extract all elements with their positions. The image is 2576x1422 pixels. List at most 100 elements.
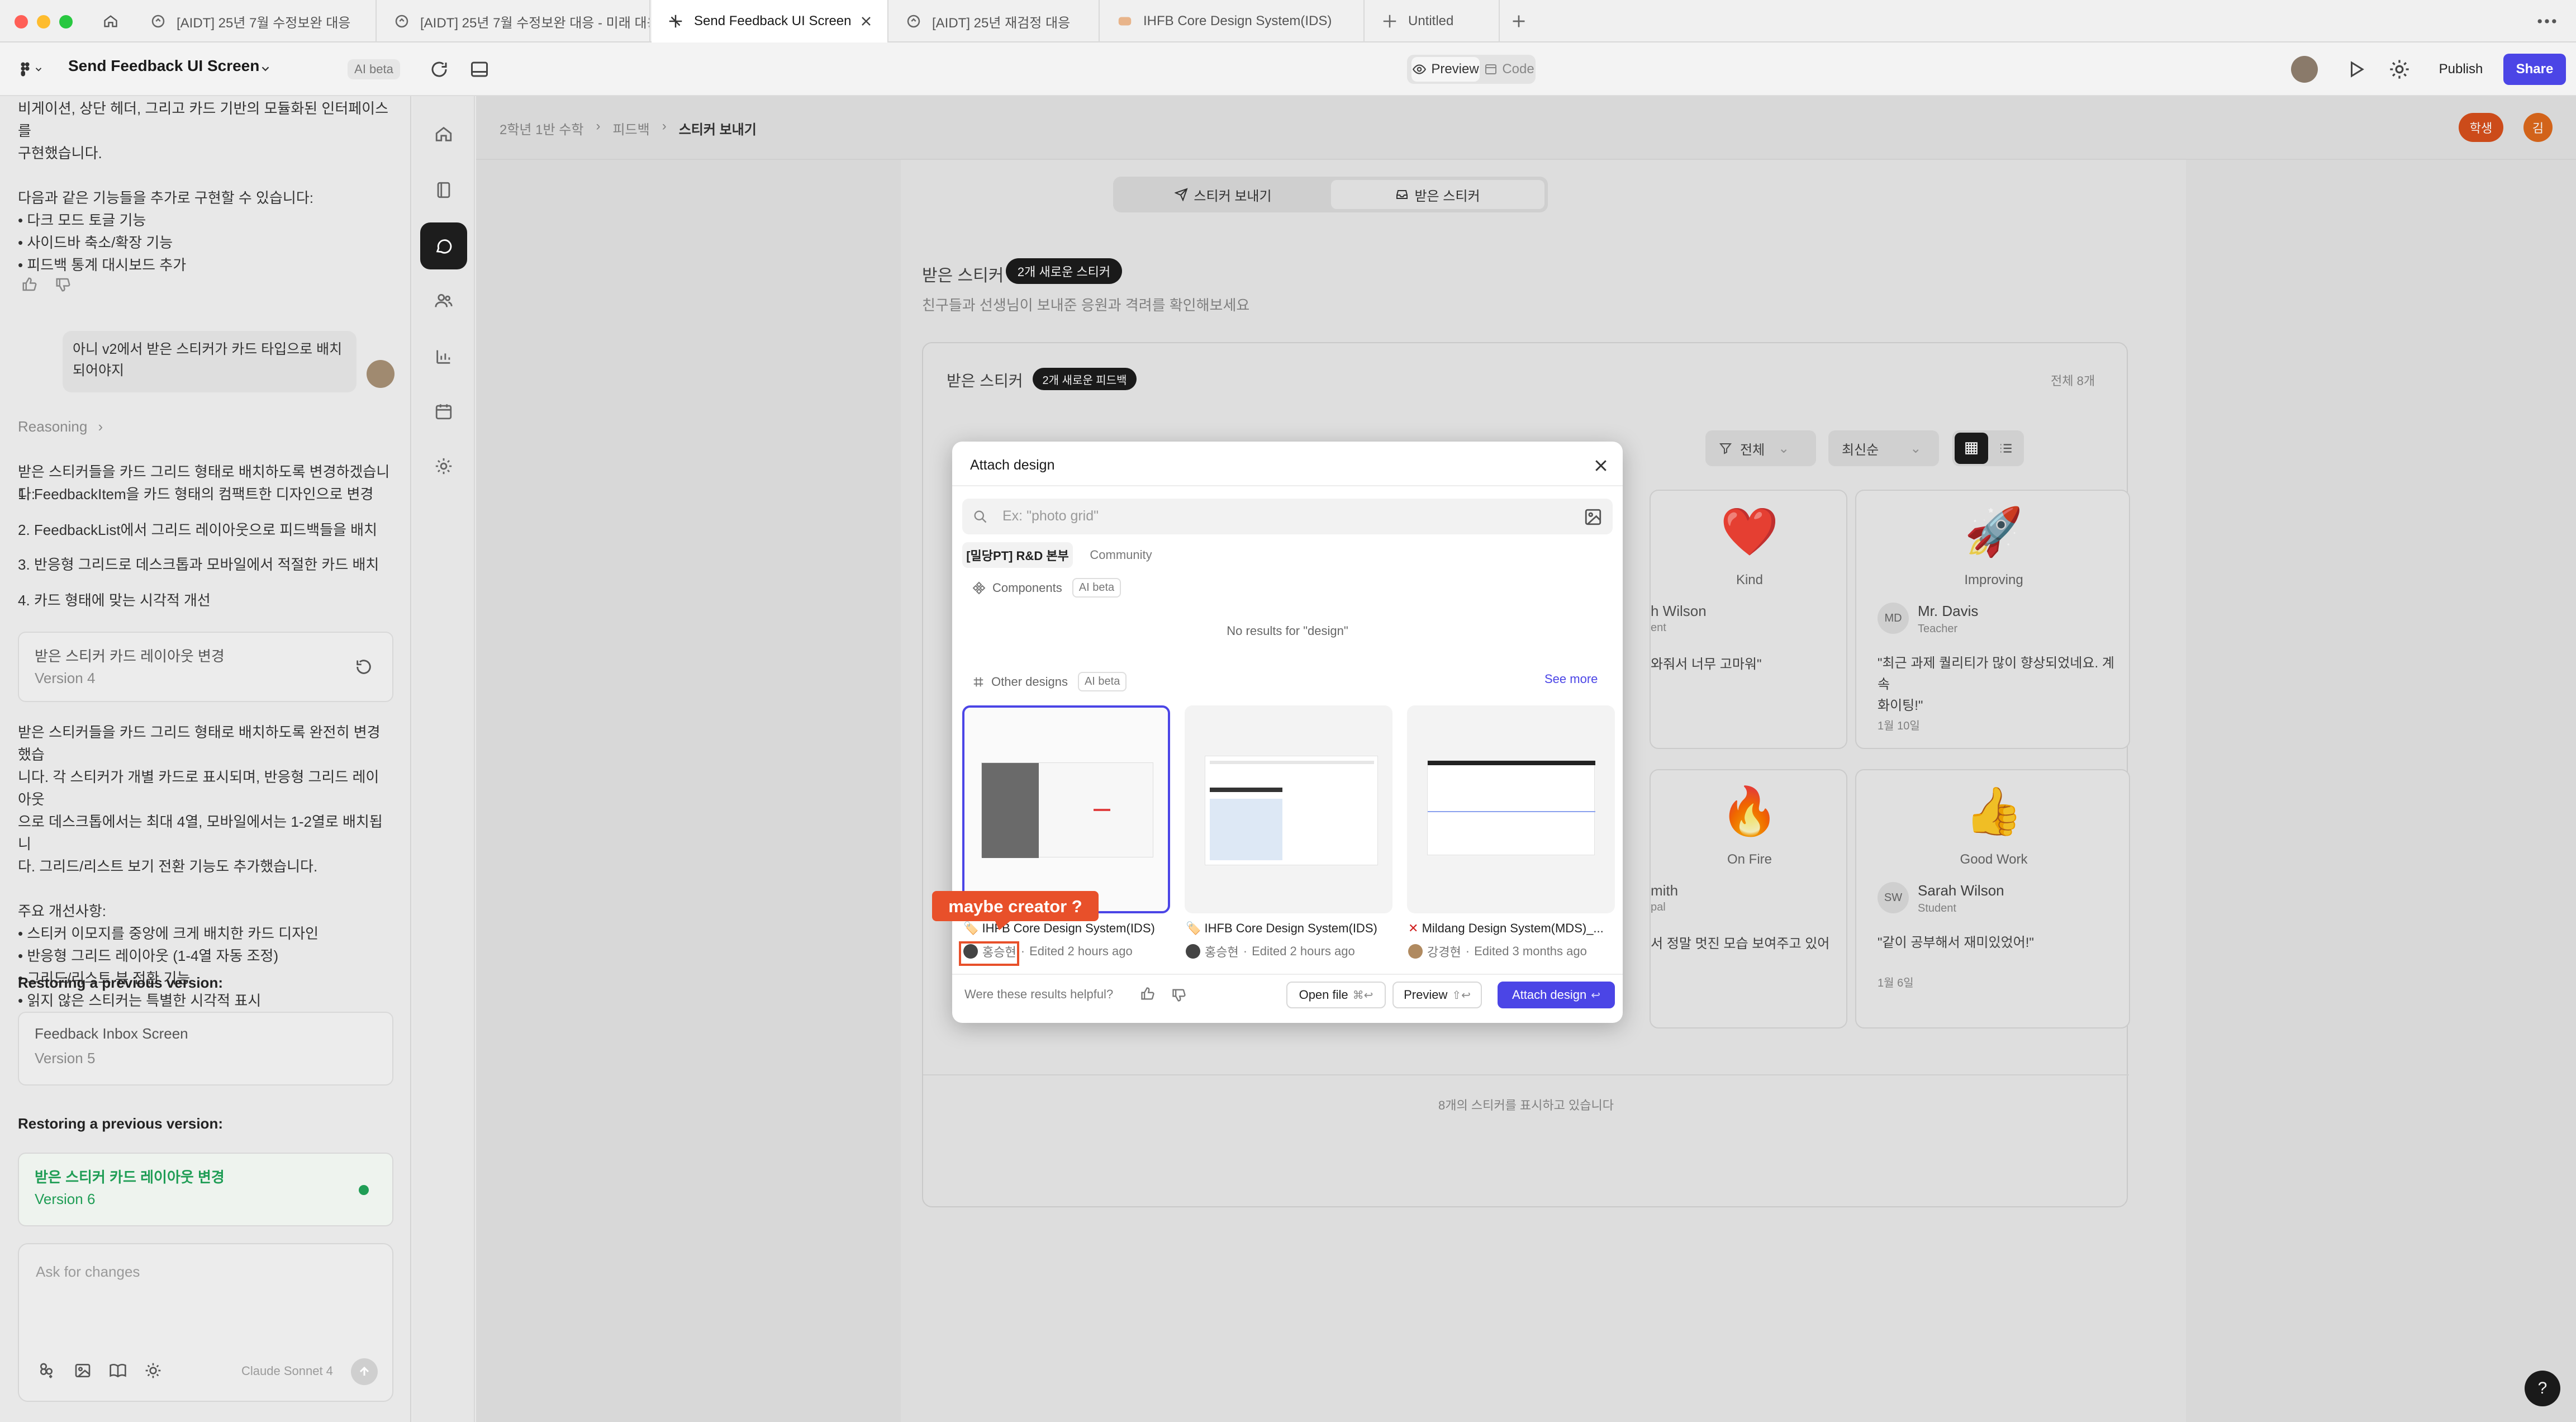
chat-input-box[interactable]: Ask for changes Claude Sonnet 4 bbox=[18, 1243, 393, 1402]
magic-wand-icon[interactable] bbox=[144, 1362, 162, 1380]
meta-separator: · bbox=[1243, 944, 1248, 958]
user-avatar[interactable] bbox=[2291, 56, 2318, 83]
open-file-button[interactable]: Open file ⌘↩ bbox=[1286, 982, 1386, 1008]
preview-button[interactable]: Preview ⇧↩ bbox=[1392, 982, 1482, 1008]
version-card-6[interactable]: 받은 스티커 카드 레이아웃 변경 Version 6 bbox=[18, 1153, 393, 1226]
close-window-button[interactable] bbox=[15, 15, 28, 29]
close-tab-icon[interactable] bbox=[859, 15, 873, 28]
nav-settings[interactable] bbox=[420, 443, 467, 490]
design-file-icon: 🏷️ bbox=[963, 921, 979, 935]
app-toolbar: Send Feedback UI Screen AI beta Preview … bbox=[0, 42, 2576, 96]
step-2: 2. FeedbackList에서 그리드 레이아웃으로 피드백들을 배치 bbox=[18, 522, 378, 538]
project-title[interactable]: Send Feedback UI Screen bbox=[68, 57, 259, 75]
share-button[interactable]: Share bbox=[2503, 54, 2566, 85]
settings-gear-icon[interactable] bbox=[2388, 58, 2411, 80]
tab-ihfb-design-system[interactable]: IHFB Core Design System(IDS) bbox=[1101, 0, 1365, 42]
attach-design-modal: Attach design Ex: "photo grid" [밀당PT] R&… bbox=[952, 442, 1623, 1023]
user-avatar bbox=[367, 360, 395, 388]
components-section-header: Components AI beta bbox=[972, 578, 1121, 598]
tab-aidt-recheck[interactable]: [AIDT] 25년 재검정 대응 bbox=[890, 0, 1100, 42]
thumbs-down-icon[interactable] bbox=[1171, 987, 1187, 1003]
step-1: 1. FeedbackItem을 카드 형태의 컴팩트한 디자인으로 변경 bbox=[18, 486, 374, 503]
nav-users[interactable] bbox=[420, 277, 467, 324]
close-icon[interactable] bbox=[1593, 457, 1609, 474]
maximize-window-button[interactable] bbox=[59, 15, 73, 29]
file-icon bbox=[907, 15, 920, 28]
tab-send-feedback[interactable]: Send Feedback UI Screen bbox=[652, 0, 888, 42]
nav-stats[interactable] bbox=[420, 333, 467, 380]
result-edited: Edited 3 months ago bbox=[1474, 944, 1587, 958]
more-menu-icon[interactable] bbox=[2535, 12, 2559, 30]
code-tab-label: Code bbox=[1502, 61, 1534, 77]
version-card-title: Feedback Inbox Screen bbox=[35, 1025, 188, 1042]
version-card-4[interactable]: 받은 스티커 카드 레이아웃 변경 Version 4 bbox=[18, 632, 393, 702]
design-search-input[interactable]: Ex: "photo grid" bbox=[962, 499, 1613, 534]
design-result-thumbnail-1[interactable] bbox=[962, 705, 1170, 913]
design-file-icon: 🏷️ bbox=[1186, 921, 1201, 935]
home-icon[interactable] bbox=[96, 10, 125, 32]
design-attach-icon[interactable] bbox=[38, 1362, 56, 1380]
tab-team[interactable]: [밀당PT] R&D 본부 bbox=[962, 542, 1073, 568]
version-card-version: Version 6 bbox=[35, 1191, 96, 1207]
file-icon bbox=[151, 15, 165, 28]
ai-beta-badge: AI beta bbox=[348, 59, 400, 79]
settings-gear-icon bbox=[435, 458, 452, 475]
helpful-question: Were these results helpful? bbox=[964, 987, 1114, 1001]
version-card-5[interactable]: Feedback Inbox Screen Version 5 bbox=[18, 1012, 393, 1086]
restore-icon[interactable] bbox=[354, 657, 373, 676]
layout-toggle-icon[interactable] bbox=[469, 59, 489, 79]
design-result-thumbnail-2[interactable] bbox=[1185, 705, 1392, 913]
play-icon[interactable] bbox=[2346, 59, 2366, 79]
design-result-thumbnail-3[interactable] bbox=[1407, 705, 1615, 913]
tab-community[interactable]: Community bbox=[1082, 542, 1160, 568]
tab-label: IHFB Core Design System(IDS) bbox=[1143, 13, 1332, 29]
minimize-window-button[interactable] bbox=[37, 15, 50, 29]
make-file-icon bbox=[669, 15, 682, 28]
tab-untitled[interactable]: Untitled bbox=[1366, 0, 1500, 42]
eye-icon bbox=[1413, 64, 1427, 74]
book-icon[interactable] bbox=[108, 1362, 127, 1380]
model-selector[interactable]: Claude Sonnet 4 bbox=[241, 1364, 333, 1378]
thumbnail-preview bbox=[981, 762, 1153, 858]
user-message-bubble: 아니 v2에서 받은 스티커가 카드 타입으로 배치 되어야지 bbox=[63, 331, 357, 392]
modal-header-divider bbox=[952, 485, 1623, 486]
other-designs-header: Other designs AI beta bbox=[972, 672, 1127, 691]
thumbs-up-icon[interactable] bbox=[1140, 986, 1156, 1002]
thumbs-up-icon[interactable] bbox=[21, 276, 38, 293]
new-tab-icon[interactable] bbox=[1509, 11, 1531, 31]
refresh-icon[interactable] bbox=[429, 59, 449, 79]
attach-shortcut: ↩ bbox=[1591, 989, 1601, 1002]
attach-design-button[interactable]: Attach design ↩ bbox=[1498, 982, 1615, 1008]
nav-book[interactable] bbox=[420, 167, 467, 214]
tab-aidt-july-future[interactable]: [AIDT] 25년 7월 수정보완 대응 - 미래 대응 bbox=[378, 0, 650, 42]
other-designs-label: Other designs bbox=[991, 674, 1068, 689]
nav-feedback[interactable] bbox=[420, 222, 467, 269]
hash-grid-icon bbox=[973, 677, 983, 686]
nav-home[interactable] bbox=[420, 111, 467, 158]
current-version-dot bbox=[359, 1185, 369, 1195]
thumbs-down-icon[interactable] bbox=[55, 276, 72, 293]
result-file-name-3[interactable]: ✕ Mildang Design System(MDS)_... bbox=[1408, 921, 1616, 936]
reasoning-toggle[interactable]: Reasoning › bbox=[18, 418, 103, 435]
result-owner: 홍승현 bbox=[1205, 945, 1239, 959]
components-label: Components bbox=[992, 580, 1062, 595]
thumbnail-preview bbox=[1205, 756, 1378, 865]
tab-aidt-july[interactable]: [AIDT] 25년 7월 수정보완 대응 bbox=[134, 0, 377, 42]
chevron-down-icon[interactable] bbox=[259, 63, 272, 75]
result-file-name-2[interactable]: 🏷️ IHFB Core Design System(IDS) bbox=[1186, 921, 1394, 936]
see-more-link[interactable]: See more bbox=[1544, 672, 1598, 686]
publish-button[interactable]: Publish bbox=[2424, 56, 2498, 83]
main-menu-button[interactable] bbox=[17, 58, 53, 80]
chat-bubble-icon bbox=[436, 239, 452, 254]
nav-calendar[interactable] bbox=[420, 388, 467, 435]
attach-design-label: Attach design bbox=[1512, 988, 1587, 1002]
reasoning-label: Reasoning bbox=[18, 418, 88, 435]
send-button[interactable] bbox=[351, 1358, 378, 1385]
image-upload-icon[interactable] bbox=[74, 1362, 92, 1380]
image-search-icon[interactable] bbox=[1584, 508, 1603, 527]
preview-tab[interactable]: Preview bbox=[1411, 57, 1480, 82]
search-placeholder: Ex: "photo grid" bbox=[1002, 508, 1099, 524]
code-tab[interactable]: Code bbox=[1483, 57, 1536, 82]
response-body: 받은 스티커들을 카드 그리드 형태로 배치하도록 완전히 변경했습 니다. 각… bbox=[18, 724, 383, 1009]
meta-separator: · bbox=[1465, 944, 1470, 958]
